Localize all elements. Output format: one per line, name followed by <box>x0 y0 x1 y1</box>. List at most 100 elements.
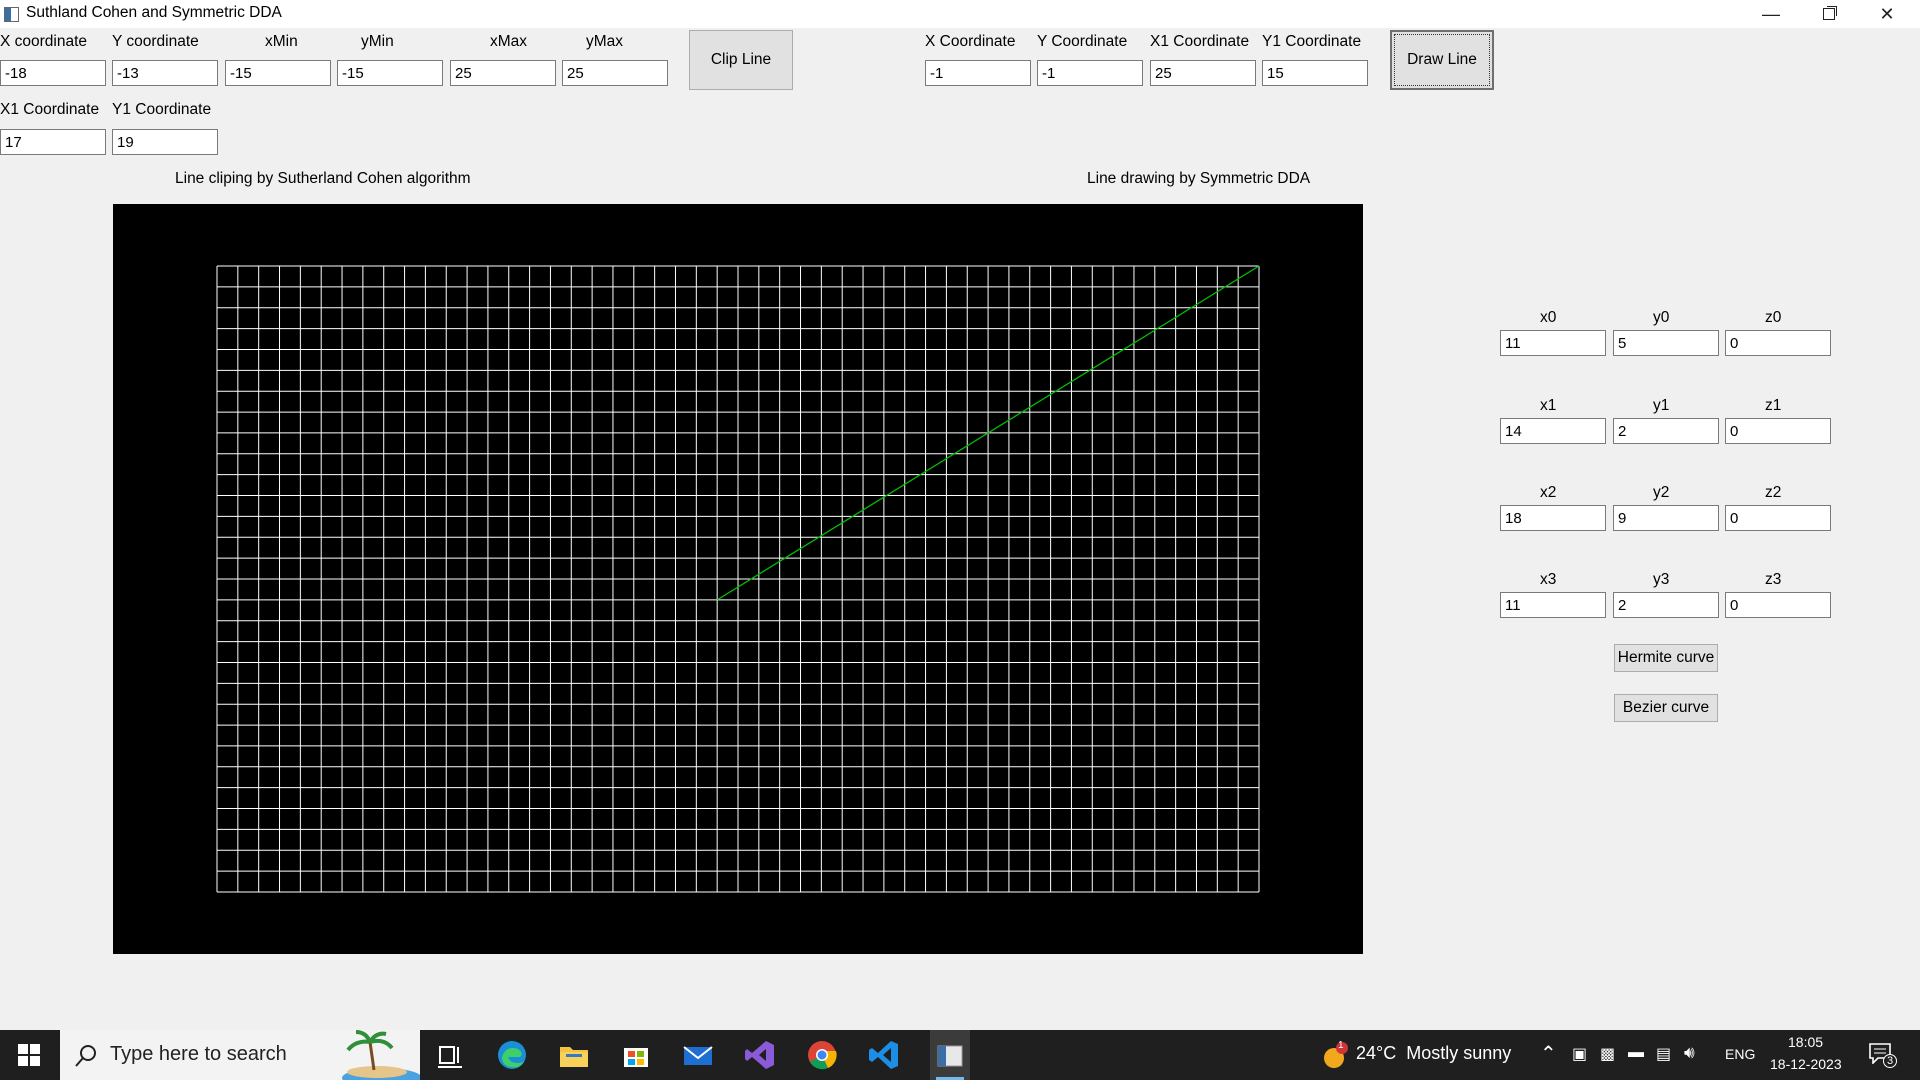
close-button[interactable]: ✕ <box>1858 0 1916 28</box>
clip-ymin-input[interactable] <box>337 60 443 86</box>
taskbar-search[interactable]: Type here to search <box>60 1030 420 1080</box>
curve-x3-label: x3 <box>1540 571 1557 588</box>
language-indicator[interactable]: ENG <box>1725 1046 1755 1062</box>
clip-ymin-label: yMin <box>361 33 394 50</box>
curve-y3-label: y3 <box>1653 571 1670 588</box>
dda-x1-label: X1 Coordinate <box>1150 33 1250 50</box>
curve-z1-label: z1 <box>1765 397 1782 414</box>
clip-x-label: X coordinate <box>0 33 88 50</box>
curve-y1-label: y1 <box>1653 397 1670 414</box>
clock-time[interactable]: 18:05 <box>1788 1034 1823 1050</box>
grid-svg <box>216 265 1260 893</box>
windows-icon <box>18 1044 40 1066</box>
curve-y0-input[interactable] <box>1613 330 1719 356</box>
display-icon[interactable]: ▩ <box>1600 1044 1615 1064</box>
restore-icon <box>1823 8 1835 20</box>
battery-icon[interactable]: ▬ <box>1628 1044 1644 1062</box>
curve-x2-input[interactable] <box>1500 505 1606 531</box>
clip-line-button[interactable]: Clip Line <box>689 30 793 90</box>
taskbar-vscode[interactable] <box>868 1039 900 1071</box>
minimize-icon: — <box>1762 3 1780 24</box>
store-icon <box>624 1048 648 1067</box>
search-placeholder: Type here to search <box>110 1043 287 1065</box>
clip-x1-input[interactable] <box>0 129 106 155</box>
clip-x-input[interactable] <box>0 60 106 86</box>
meet-camera-icon[interactable]: ▣ <box>1572 1044 1587 1064</box>
restore-button[interactable] <box>1800 0 1858 28</box>
show-hidden-icons-chevron-up-icon[interactable]: ⌃ <box>1540 1041 1557 1066</box>
chrome-icon <box>808 1041 837 1070</box>
curve-y3-input[interactable] <box>1613 592 1719 618</box>
notifications-button[interactable]: 3 <box>1868 1042 1898 1070</box>
drawing-canvas[interactable] <box>113 204 1363 954</box>
clip-xmin-input[interactable] <box>225 60 331 86</box>
taskbar-visual-studio[interactable] <box>744 1039 776 1071</box>
curve-x3-input[interactable] <box>1500 592 1606 618</box>
title-bar: Suthland Cohen and Symmetric DDA — ✕ <box>0 0 1920 28</box>
clip-xmax-label: xMax <box>490 33 528 50</box>
curve-z0-input[interactable] <box>1725 330 1831 356</box>
task-view-button[interactable] <box>434 1039 466 1071</box>
mail-icon <box>683 1046 713 1065</box>
folder-icon <box>560 1047 588 1067</box>
curve-x0-label: x0 <box>1540 309 1557 326</box>
curve-y2-label: y2 <box>1653 484 1670 501</box>
curve-z2-input[interactable] <box>1725 505 1831 531</box>
start-button[interactable] <box>18 1044 40 1066</box>
dda-x-input[interactable] <box>925 60 1031 86</box>
clock-date[interactable]: 18-12-2023 <box>1770 1056 1842 1072</box>
taskbar: Type here to search 1 24°C Mostly sunny … <box>0 1030 1920 1080</box>
minimize-button[interactable]: — <box>1742 0 1800 28</box>
taskbar-mail[interactable] <box>682 1039 714 1071</box>
grid-lines <box>216 265 1260 893</box>
bezier-curve-button[interactable]: Bezier curve <box>1614 694 1718 722</box>
draw-line-button[interactable]: Draw Line <box>1390 30 1494 90</box>
visual-studio-icon <box>745 1041 774 1069</box>
weather-badge: 1 <box>1338 1040 1344 1051</box>
app-window-icon <box>937 1045 963 1067</box>
clip-y1-label: Y1 Coordinate <box>112 101 212 118</box>
taskbar-store[interactable] <box>620 1039 652 1071</box>
dda-y-label: Y Coordinate <box>1037 33 1128 50</box>
clip-xmin-label: xMin <box>265 33 298 50</box>
weather-widget[interactable]: 1 <box>1320 1040 1348 1070</box>
volume-icon[interactable]: 🔊︎ <box>1684 1043 1695 1063</box>
window-title: Suthland Cohen and Symmetric DDA <box>26 4 282 21</box>
dda-y1-input[interactable] <box>1262 60 1368 86</box>
dda-y1-label: Y1 Coordinate <box>1262 33 1362 50</box>
dda-x-label: X Coordinate <box>925 33 1016 50</box>
close-icon: ✕ <box>1879 3 1895 24</box>
taskbar-chrome[interactable] <box>806 1039 838 1071</box>
task-view-icon <box>438 1046 462 1068</box>
clip-y-input[interactable] <box>112 60 218 86</box>
curve-z2-label: z2 <box>1765 484 1782 501</box>
taskbar-active-app[interactable] <box>930 1030 970 1080</box>
curve-x1-input[interactable] <box>1500 418 1606 444</box>
beach-illustration-icon <box>342 1030 420 1080</box>
curve-x0-input[interactable] <box>1500 330 1606 356</box>
dda-y-input[interactable] <box>1037 60 1143 86</box>
taskbar-edge[interactable] <box>496 1039 528 1071</box>
clip-x1-label: X1 Coordinate <box>0 101 100 118</box>
search-icon <box>75 1045 96 1067</box>
curve-y1-input[interactable] <box>1613 418 1719 444</box>
clip-ymax-label: yMax <box>586 33 624 50</box>
curve-y2-input[interactable] <box>1613 505 1719 531</box>
dda-caption: Line drawing by Symmetric DDA <box>1087 170 1311 187</box>
dda-x1-input[interactable] <box>1150 60 1256 86</box>
curve-y0-label: y0 <box>1653 309 1670 326</box>
network-icon[interactable]: ▤ <box>1656 1044 1671 1064</box>
vscode-icon <box>869 1041 898 1069</box>
curve-z0-label: z0 <box>1765 309 1782 326</box>
curve-z1-input[interactable] <box>1725 418 1831 444</box>
hermite-curve-button[interactable]: Hermite curve <box>1614 644 1718 672</box>
curve-z3-input[interactable] <box>1725 592 1831 618</box>
curve-z3-label: z3 <box>1765 571 1782 588</box>
clip-y-label: Y coordinate <box>112 33 199 50</box>
clip-ymax-input[interactable] <box>562 60 668 86</box>
clip-caption: Line cliping by Sutherland Cohen algorit… <box>175 170 471 187</box>
clip-y1-input[interactable] <box>112 129 218 155</box>
clip-xmax-input[interactable] <box>450 60 556 86</box>
curve-x2-label: x2 <box>1540 484 1557 501</box>
taskbar-file-explorer[interactable] <box>558 1039 590 1071</box>
